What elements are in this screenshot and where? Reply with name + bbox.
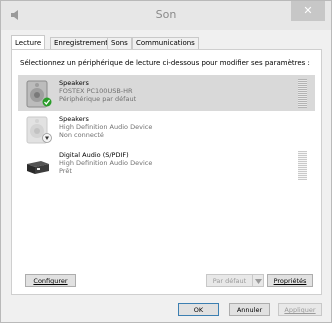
sound-dialog: Son ✕ Lecture Enregistrement Sons Commun…	[0, 0, 332, 323]
instruction-text: Sélectionnez un périphérique de lecture …	[20, 59, 310, 67]
device-text: Speakers High Definition Audio Device No…	[59, 115, 152, 139]
device-driver: FOSTEX PC100USB-HR	[59, 87, 133, 95]
device-list: Speakers FOSTEX PC100USB-HR Périphérique…	[18, 75, 315, 264]
tab-enregistrement[interactable]: Enregistrement	[50, 37, 113, 49]
apply-label: Appliquer	[284, 306, 316, 314]
ok-button[interactable]: OK	[178, 303, 219, 316]
level-meter	[298, 79, 307, 108]
title-bar: Son ✕	[1, 1, 331, 30]
device-item[interactable]: Speakers High Definition Audio Device No…	[18, 111, 315, 147]
device-driver: High Definition Audio Device	[59, 123, 153, 131]
playback-panel: Sélectionnez un périphérique de lecture …	[11, 49, 322, 295]
device-text: Digital Audio (S/PDIF) High Definition A…	[59, 151, 152, 175]
default-check-icon	[42, 97, 52, 107]
device-status: Non connecté	[59, 131, 104, 139]
digital-receiver-icon	[27, 161, 49, 174]
configure-button[interactable]: Configurer	[25, 274, 76, 287]
device-driver: High Definition Audio Device	[59, 159, 153, 167]
down-arrow-icon	[42, 133, 52, 143]
device-status: Périphérique par défaut	[59, 95, 137, 103]
apply-button[interactable]: Appliquer	[278, 303, 322, 316]
properties-button[interactable]: Propriétés	[267, 274, 313, 287]
device-item[interactable]: Speakers FOSTEX PC100USB-HR Périphérique…	[18, 75, 315, 111]
tab-lecture[interactable]: Lecture	[11, 35, 46, 50]
device-item[interactable]: Digital Audio (S/PDIF) High Definition A…	[18, 147, 315, 183]
tab-sons[interactable]: Sons	[107, 37, 132, 49]
chevron-down-icon	[254, 279, 262, 284]
properties-label: Propriétés	[273, 277, 307, 285]
set-default-dropdown[interactable]	[252, 274, 264, 287]
device-name: Speakers	[59, 79, 89, 87]
set-default-button[interactable]: Par défaut	[206, 274, 252, 287]
device-name: Digital Audio (S/PDIF)	[59, 151, 129, 159]
tab-communications[interactable]: Communications	[132, 37, 199, 49]
cancel-button[interactable]: Annuler	[229, 303, 270, 316]
level-meter	[298, 151, 307, 180]
device-name: Speakers	[59, 115, 89, 123]
device-status: Prêt	[59, 167, 72, 175]
configure-label: Configurer	[33, 277, 68, 285]
device-text: Speakers FOSTEX PC100USB-HR Périphérique…	[59, 79, 136, 103]
window-title: Son	[155, 8, 177, 21]
close-button[interactable]: ✕	[291, 1, 325, 21]
